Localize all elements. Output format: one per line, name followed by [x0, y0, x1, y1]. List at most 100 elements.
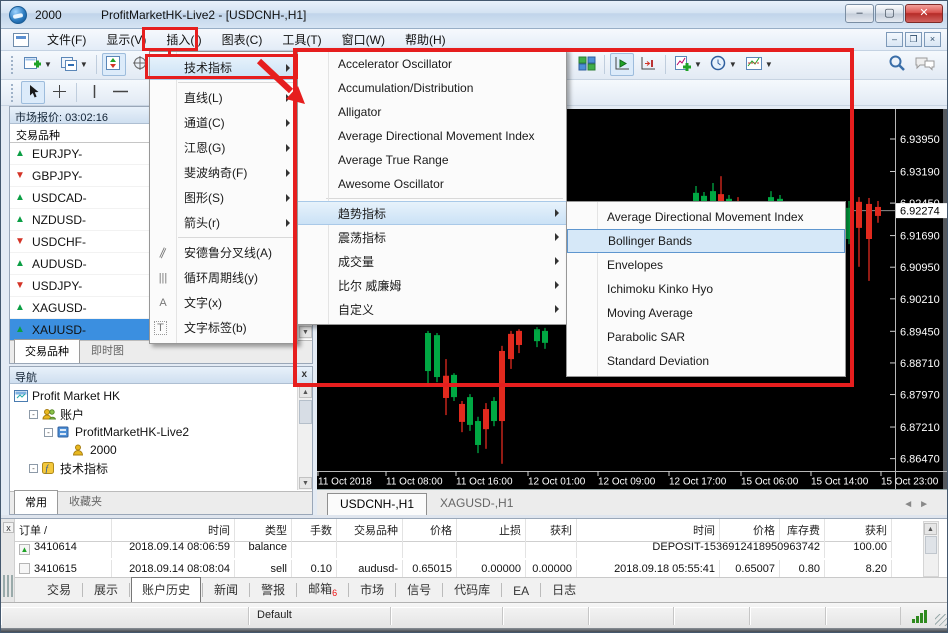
cursor-button[interactable]	[21, 81, 45, 104]
scroll-up-icon[interactable]: ▲	[924, 523, 937, 535]
scrollbar-thumb[interactable]	[299, 400, 312, 424]
menu-item-直线(L)[interactable]: 直线(L)	[150, 85, 297, 110]
dropdown-caret-icon[interactable]: ▼	[694, 60, 702, 69]
terminal-tab-邮箱[interactable]: 邮箱6	[298, 577, 347, 602]
menu-item-Average Directional Movement Index[interactable]: Average Directional Movement Index	[298, 124, 566, 148]
dropdown-caret-icon[interactable]: ▼	[765, 60, 773, 69]
minimize-button[interactable]: –	[845, 4, 874, 23]
menu-item-箭头(r)[interactable]: 箭头(r)	[150, 210, 297, 235]
menu-item-Ichimoku Kinko Hyo[interactable]: Ichimoku Kinko Hyo	[567, 277, 845, 301]
navigator-close-icon[interactable]: x	[301, 369, 307, 380]
tree-item-账户[interactable]: -账户	[14, 405, 310, 423]
tab-常用[interactable]: 常用	[14, 490, 58, 514]
tree-collapse-icon[interactable]: -	[29, 464, 38, 473]
menu-item-插入I[interactable]: 插入(I)	[156, 28, 211, 51]
horizontal-line-button[interactable]	[108, 81, 132, 104]
chart-tab-XAGUSD-,H1[interactable]: XAGUSD-,H1	[427, 492, 526, 515]
menu-item-自定义[interactable]: 自定义	[298, 297, 566, 321]
menu-item-显示V[interactable]: 显示(V)	[96, 28, 156, 51]
chart-tab-USDCNH-,H1[interactable]: USDCNH-,H1	[327, 493, 427, 515]
resize-grip-icon[interactable]	[935, 614, 947, 626]
menu-item-Parabolic SAR[interactable]: Parabolic SAR	[567, 325, 845, 349]
zoom-button[interactable]	[885, 53, 909, 76]
new-chart-button[interactable]: ▼	[21, 53, 55, 76]
menu-item-Average Directional Movement Index[interactable]: Average Directional Movement Index	[567, 205, 845, 229]
menu-item-Awesome Oscillator[interactable]: Awesome Oscillator	[298, 172, 566, 196]
restore-button[interactable]: ▢	[875, 4, 904, 23]
menu-item-技术指标[interactable]: 技术指标	[150, 55, 297, 80]
close-button[interactable]: ✕	[905, 4, 943, 23]
menu-item-Moving Average[interactable]: Moving Average	[567, 301, 845, 325]
terminal-tab-日志[interactable]: 日志	[542, 578, 586, 602]
tree-item-技术指标[interactable]: -f技术指标	[14, 459, 310, 477]
scroll-up-icon[interactable]: ▲	[299, 386, 312, 398]
terminal-scrollbar[interactable]: ▲	[923, 521, 939, 577]
menu-item-文字标签(b)[interactable]: T文字标签(b)	[150, 315, 297, 340]
menu-item-文件F[interactable]: 文件(F)	[37, 28, 96, 51]
crosshair-button[interactable]	[47, 81, 71, 104]
terminal-tab-代码库[interactable]: 代码库	[444, 578, 500, 602]
menu-item-斐波纳奇(F)[interactable]: 斐波纳奇(F)	[150, 160, 297, 185]
menu-item-震荡指标[interactable]: 震荡指标	[298, 225, 566, 249]
dropdown-caret-icon[interactable]: ▼	[44, 60, 52, 69]
tree-item-ProfitMarketHK-Live2[interactable]: -ProfitMarketHK-Live2	[14, 423, 310, 441]
chart-tab-arrows-icon[interactable]: ◄►	[903, 499, 935, 510]
profiles-button[interactable]: ▼	[57, 53, 91, 76]
toolbar-grip-icon[interactable]	[11, 84, 15, 102]
community-chat-button[interactable]	[911, 53, 939, 76]
market-watch-toggle-button[interactable]	[102, 53, 126, 76]
tab-交易品种[interactable]: 交易品种	[14, 339, 80, 363]
tile-windows-button[interactable]	[575, 53, 599, 76]
terminal-tab-EA[interactable]: EA	[503, 581, 539, 602]
terminal-tab-账户历史[interactable]: 账户历史	[131, 577, 201, 602]
terminal-tab-展示[interactable]: 展示	[84, 578, 128, 602]
terminal-tab-警报[interactable]: 警报	[251, 578, 295, 602]
menu-item-图表C[interactable]: 图表(C)	[212, 28, 273, 51]
menu-item-通道(C)[interactable]: 通道(C)	[150, 110, 297, 135]
menu-item-成交量[interactable]: 成交量	[298, 249, 566, 273]
menu-item-Standard Deviation[interactable]: Standard Deviation	[567, 349, 845, 373]
terminal-grip-icon[interactable]	[3, 575, 13, 597]
tree-item-2000[interactable]: 2000	[14, 441, 310, 459]
navigator-scrollbar[interactable]: ▲ ▼	[297, 385, 312, 490]
tab-收藏夹[interactable]: 收藏夹	[58, 489, 113, 514]
menu-item-Accelerator Oscillator[interactable]: Accelerator Oscillator	[298, 52, 566, 76]
menu-item-Average True Range[interactable]: Average True Range	[298, 148, 566, 172]
menu-item-Alligator[interactable]: Alligator	[298, 100, 566, 124]
menu-item-文字(x)[interactable]: A文字(x)	[150, 290, 297, 315]
menu-item-循环周期线(y)[interactable]: |||循环周期线(y)	[150, 265, 297, 290]
menu-item-安德鲁分叉线(A)[interactable]: ∥安德鲁分叉线(A)	[150, 240, 297, 265]
mdi-close-button[interactable]: ×	[924, 32, 941, 47]
terminal-tab-信号[interactable]: 信号	[397, 578, 441, 602]
terminal-tab-新闻[interactable]: 新闻	[204, 578, 248, 602]
scroll-down-icon[interactable]: ▼	[299, 326, 312, 338]
dropdown-caret-icon[interactable]: ▼	[729, 60, 737, 69]
templates-button[interactable]: ▼	[742, 53, 776, 76]
menu-item-趋势指标[interactable]: 趋势指标	[298, 201, 566, 225]
menu-item-Bollinger Bands[interactable]: Bollinger Bands	[567, 229, 845, 253]
scroll-down-icon[interactable]: ▼	[299, 477, 312, 489]
terminal-tab-市场[interactable]: 市场	[350, 578, 394, 602]
status-profile-cell[interactable]: Default	[249, 607, 391, 625]
mdi-restore-button[interactable]: ❐	[905, 32, 922, 47]
menu-item-江恩(G)[interactable]: 江恩(G)	[150, 135, 297, 160]
scrollbar-thumb[interactable]	[925, 536, 937, 554]
vertical-line-button[interactable]	[82, 81, 106, 104]
terminal-tab-交易[interactable]: 交易	[37, 578, 81, 602]
auto-scroll-button[interactable]	[610, 53, 634, 76]
chart-window-icon[interactable]	[13, 33, 29, 47]
menu-item-Accumulation/Distribution[interactable]: Accumulation/Distribution	[298, 76, 566, 100]
terminal-close-icon[interactable]: x	[3, 522, 14, 533]
tree-collapse-icon[interactable]: -	[29, 410, 38, 419]
chart-shift-button[interactable]	[636, 53, 660, 76]
mdi-minimize-button[interactable]: –	[886, 32, 903, 47]
indicators-add-button[interactable]: ▼	[671, 53, 705, 76]
toolbar-grip-icon[interactable]	[11, 56, 15, 74]
periods-clock-button[interactable]: ▼	[707, 53, 740, 76]
menu-item-比尔 威廉姆[interactable]: 比尔 威廉姆	[298, 273, 566, 297]
dropdown-caret-icon[interactable]: ▼	[80, 60, 88, 69]
menu-item-Envelopes[interactable]: Envelopes	[567, 253, 845, 277]
tab-即时图[interactable]: 即时图	[80, 338, 135, 363]
tree-collapse-icon[interactable]: -	[44, 428, 53, 437]
menu-item-图形(S)[interactable]: 图形(S)	[150, 185, 297, 210]
